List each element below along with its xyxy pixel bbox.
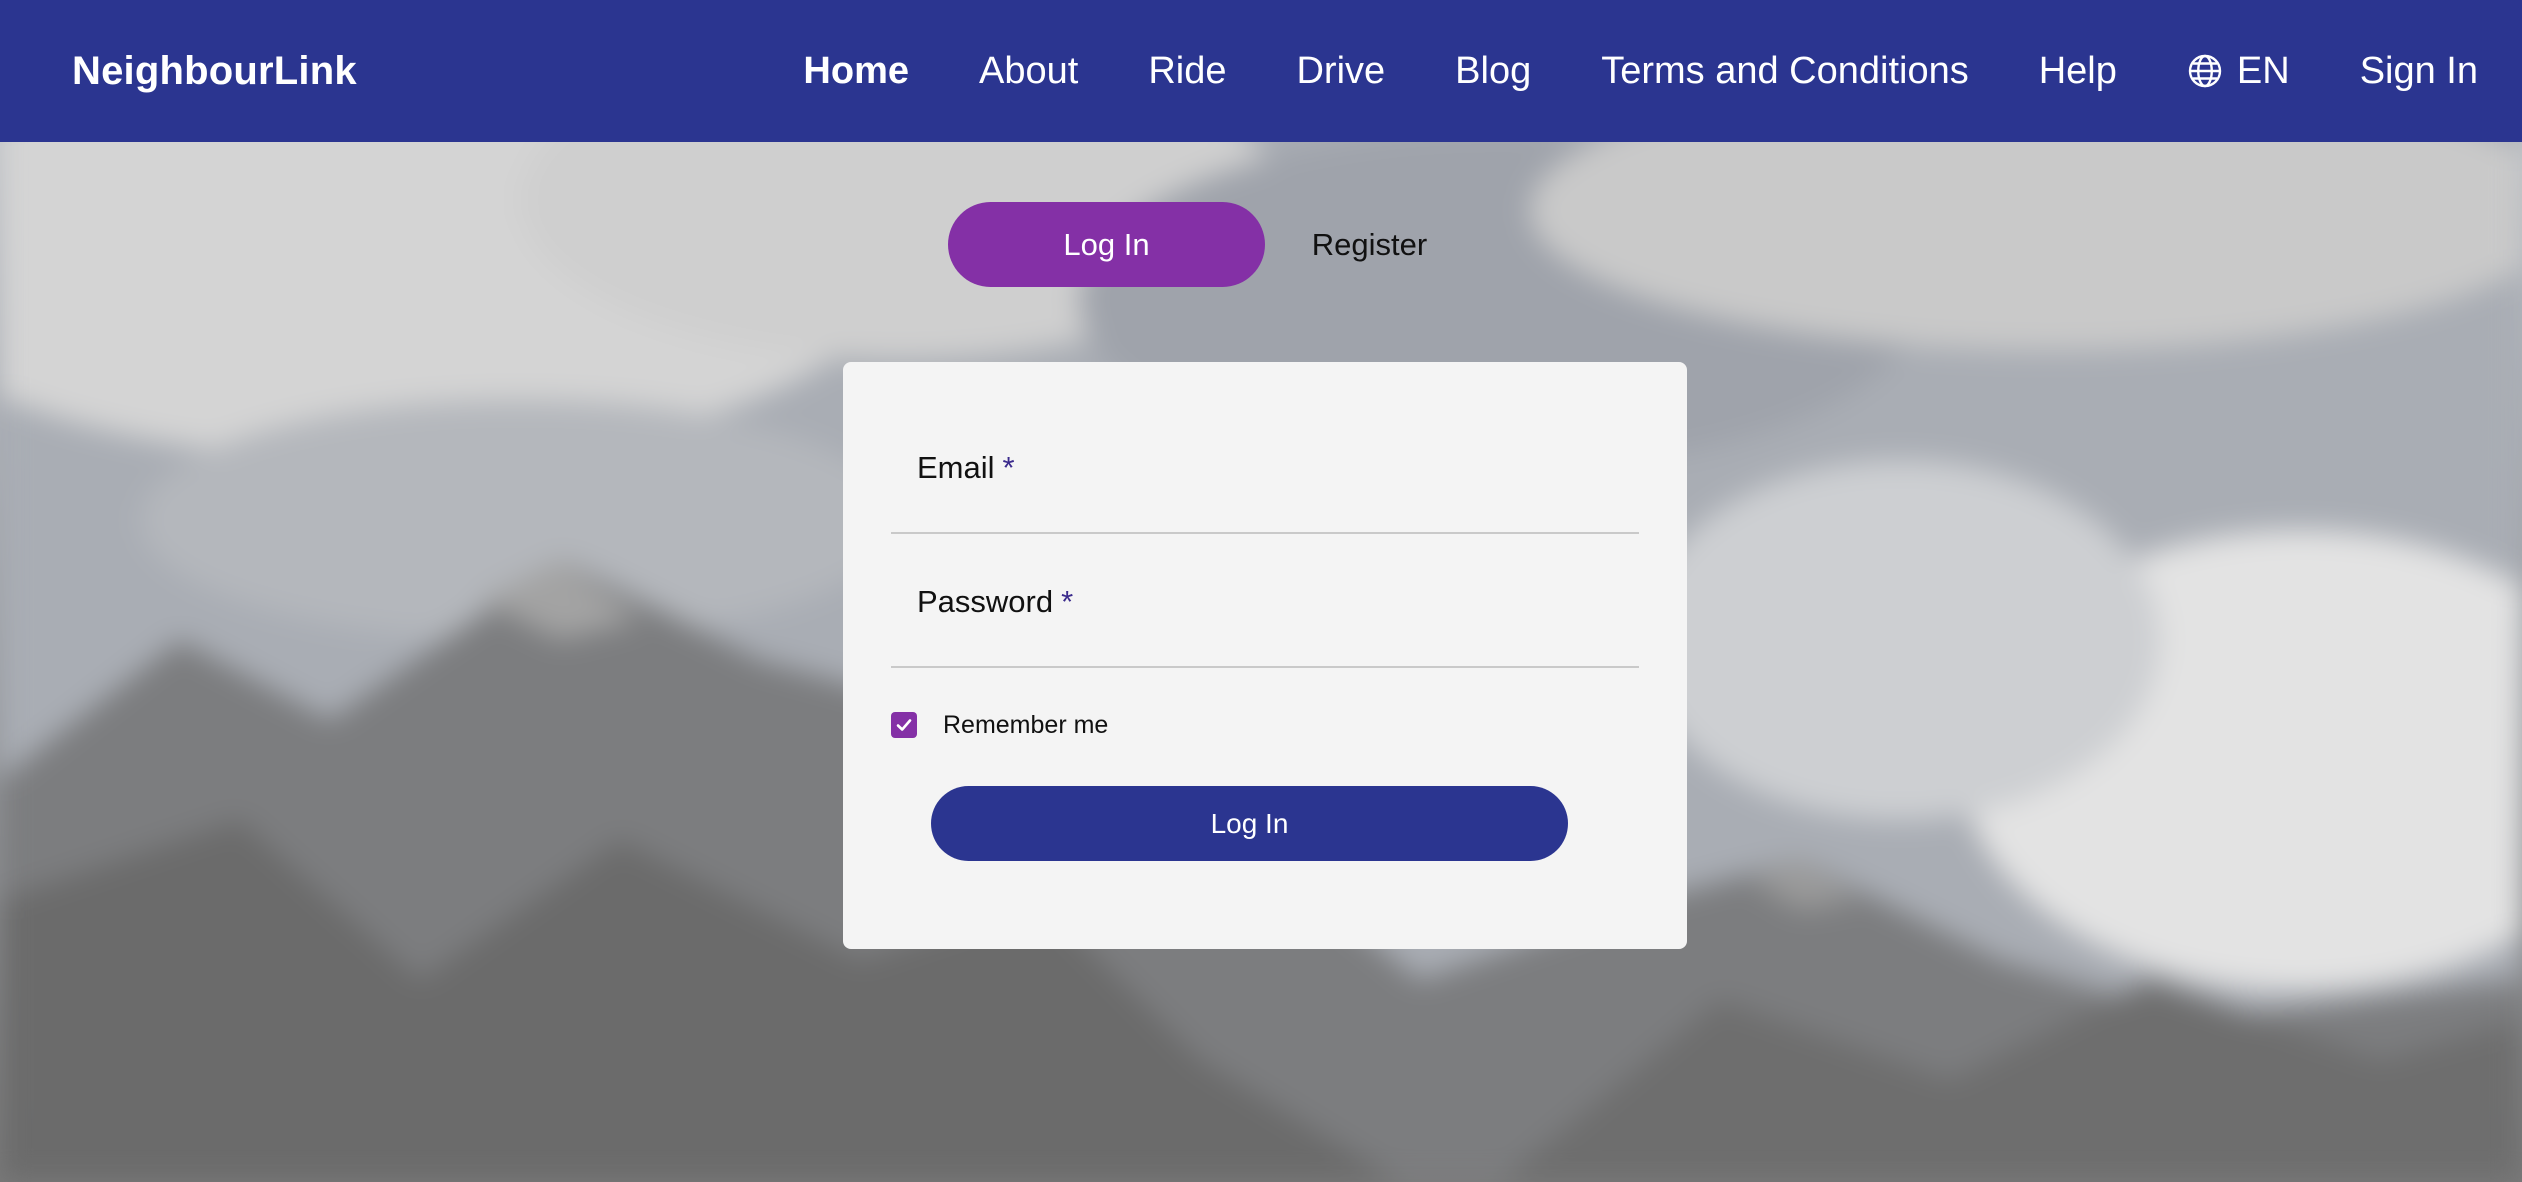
- nav-link-drive[interactable]: Drive: [1296, 50, 1385, 93]
- login-card: Email * Password * Remember me Log In: [843, 362, 1687, 949]
- tab-register[interactable]: Register: [1265, 202, 1474, 287]
- nav-link-blog[interactable]: Blog: [1455, 50, 1531, 93]
- auth-tabs: Log In Register: [948, 202, 1474, 287]
- password-input[interactable]: [891, 548, 1639, 666]
- email-field-group: Email *: [891, 414, 1639, 534]
- nav-link-help[interactable]: Help: [2039, 50, 2117, 93]
- login-submit-button[interactable]: Log In: [931, 786, 1568, 861]
- remember-me-toggle[interactable]: Remember me: [891, 710, 1108, 740]
- top-navbar: NeighbourLink Home About Ride Drive Blog…: [0, 0, 2522, 142]
- language-label: EN: [2236, 49, 2290, 92]
- email-input[interactable]: [891, 414, 1639, 532]
- nav-links: Home About Ride Drive Blog Terms and Con…: [803, 0, 2478, 142]
- remember-me-label: Remember me: [943, 710, 1109, 739]
- password-field-group: Password *: [891, 548, 1639, 668]
- remember-me-checkbox[interactable]: [891, 712, 917, 738]
- checkmark-icon: [896, 719, 912, 731]
- nav-link-home[interactable]: Home: [803, 50, 909, 93]
- nav-link-terms[interactable]: Terms and Conditions: [1601, 50, 1969, 93]
- nav-link-about[interactable]: About: [979, 50, 1078, 93]
- globe-icon: [2187, 53, 2223, 89]
- nav-sign-in[interactable]: Sign In: [2360, 50, 2478, 93]
- nav-link-ride[interactable]: Ride: [1148, 50, 1226, 93]
- language-selector[interactable]: EN: [2187, 50, 2290, 93]
- tab-login[interactable]: Log In: [948, 202, 1265, 287]
- brand-logo[interactable]: NeighbourLink: [72, 49, 357, 94]
